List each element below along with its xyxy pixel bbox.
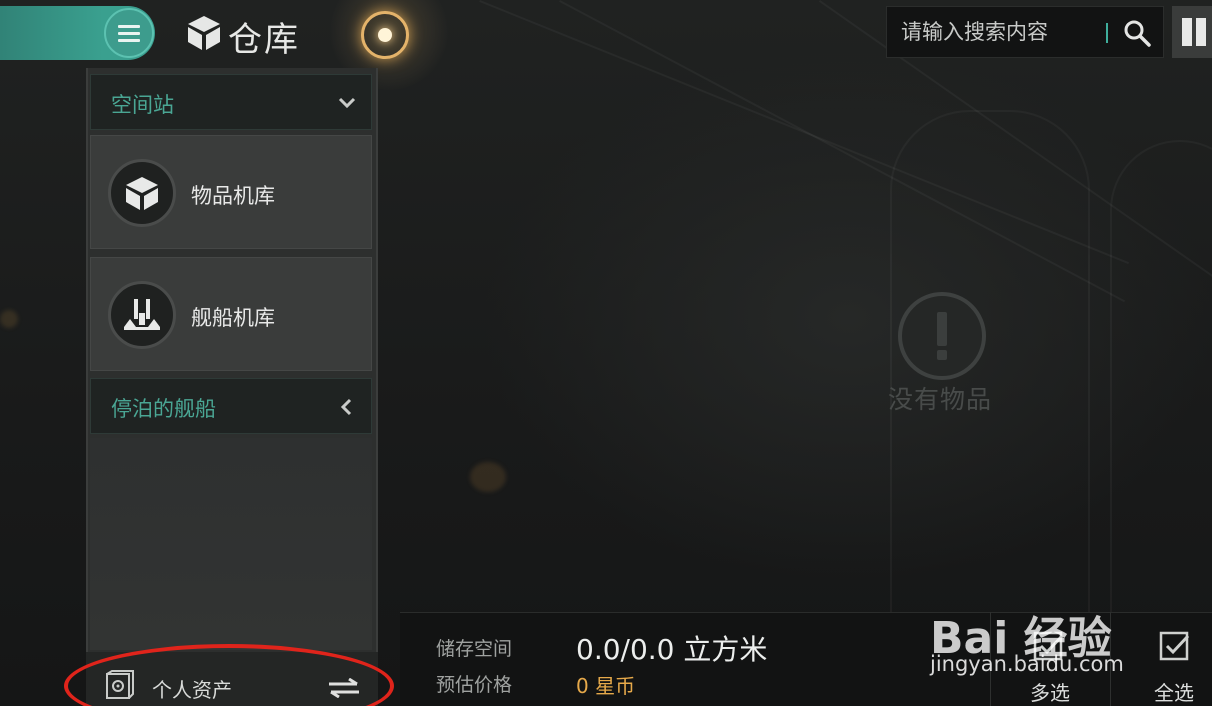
hamburger-line bbox=[118, 31, 140, 35]
beacon-core bbox=[378, 28, 392, 42]
search-divider bbox=[1106, 23, 1108, 43]
grid-view-icon bbox=[1182, 18, 1192, 46]
exclamation-icon bbox=[898, 292, 986, 380]
multi-select-button[interactable]: 多选 bbox=[1030, 677, 1070, 706]
sidebar-item-label: 物品机库 bbox=[191, 184, 275, 208]
search-icon[interactable] bbox=[1123, 19, 1151, 47]
background-glow bbox=[0, 310, 18, 328]
watermark-url: jingyan.baidu.com bbox=[930, 652, 1124, 676]
menu-button[interactable] bbox=[104, 8, 154, 58]
price-value: 0 星币 bbox=[576, 674, 636, 698]
background-arch bbox=[1110, 140, 1212, 630]
chevron-down-icon bbox=[338, 97, 356, 109]
sidebar-item-ship-hangar[interactable]: 舰船机库 bbox=[90, 257, 372, 371]
sidebar-item-item-hangar[interactable]: 物品机库 bbox=[90, 135, 372, 249]
hamburger-line bbox=[118, 24, 140, 28]
chevron-left-icon bbox=[340, 398, 352, 416]
group-label: 空间站 bbox=[111, 93, 174, 117]
select-all-icon[interactable] bbox=[1158, 630, 1192, 664]
page-title: 仓库 bbox=[228, 20, 300, 60]
view-toggle-button[interactable] bbox=[1172, 6, 1212, 58]
price-label: 预估价格 bbox=[436, 674, 513, 696]
group-header-docked-ships[interactable]: 停泊的舰船 bbox=[90, 378, 372, 434]
sidebar-item-label: 舰船机库 bbox=[191, 306, 275, 330]
background-glow bbox=[470, 462, 506, 492]
group-header-space-station[interactable]: 空间站 bbox=[90, 74, 372, 130]
grid-view-icon bbox=[1196, 18, 1206, 46]
warehouse-cube-icon bbox=[188, 16, 220, 50]
search-input[interactable] bbox=[887, 7, 1105, 57]
ship-icon bbox=[108, 281, 176, 349]
group-label: 停泊的舰船 bbox=[111, 397, 216, 421]
select-all-button[interactable]: 全选 bbox=[1154, 677, 1194, 706]
hamburger-line bbox=[118, 38, 140, 42]
storage-value: 0.0/0.0 立方米 bbox=[576, 633, 768, 666]
sidebar-empty-area bbox=[90, 438, 372, 650]
search-box bbox=[886, 6, 1164, 58]
storage-label: 储存空间 bbox=[436, 638, 513, 660]
cube-icon bbox=[108, 159, 176, 227]
empty-state-text: 没有物品 bbox=[888, 385, 993, 414]
